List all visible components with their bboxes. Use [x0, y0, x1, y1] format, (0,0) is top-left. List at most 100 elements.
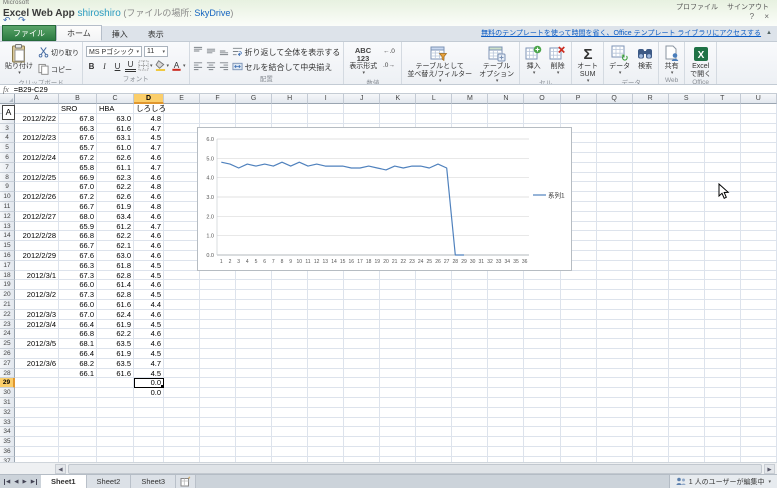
cell-Q36[interactable] [597, 447, 633, 457]
cell-R28[interactable] [633, 369, 669, 379]
cell-S27[interactable] [669, 359, 705, 369]
column-header-L[interactable]: L [416, 94, 452, 104]
cell-C33[interactable] [97, 418, 134, 428]
cell-U12[interactable] [741, 212, 777, 222]
cell-U14[interactable] [741, 231, 777, 241]
cell-P20[interactable] [561, 290, 597, 300]
cell-O21[interactable] [524, 300, 560, 310]
italic-button[interactable]: I [99, 60, 110, 72]
cell-R4[interactable] [633, 133, 669, 143]
cell-N21[interactable] [488, 300, 524, 310]
row-header-8[interactable]: 8 [0, 173, 15, 183]
cell-T25[interactable] [705, 339, 741, 349]
cell-G24[interactable] [236, 329, 272, 339]
cell-D2[interactable]: 4.8 [134, 114, 164, 124]
cell-Q22[interactable] [597, 310, 633, 320]
cell-R9[interactable] [633, 182, 669, 192]
tab-view[interactable]: 表示 [138, 27, 174, 41]
cell-N20[interactable] [488, 290, 524, 300]
cell-M36[interactable] [452, 447, 488, 457]
cell-H27[interactable] [272, 359, 308, 369]
cell-U13[interactable] [741, 222, 777, 232]
cell-B6[interactable]: 67.2 [59, 153, 97, 163]
cell-T32[interactable] [705, 408, 741, 418]
cell-A5[interactable] [15, 143, 59, 153]
cell-Q17[interactable] [597, 261, 633, 271]
cell-G34[interactable] [236, 427, 272, 437]
cell-L20[interactable] [416, 290, 452, 300]
cell-B1[interactable]: SRO [59, 104, 97, 114]
share-button[interactable]: 共有▾ [662, 43, 681, 77]
cell-S8[interactable] [669, 173, 705, 183]
cell-G23[interactable] [236, 320, 272, 330]
cell-L30[interactable] [416, 388, 452, 398]
insert-button[interactable]: 挿入▾ [523, 43, 544, 77]
row-header-15[interactable]: 15 [0, 241, 15, 251]
cell-I1[interactable] [308, 104, 344, 114]
cell-T14[interactable] [705, 231, 741, 241]
cell-A19[interactable] [15, 280, 59, 290]
cell-S13[interactable] [669, 222, 705, 232]
cell-T10[interactable] [705, 192, 741, 202]
help-button[interactable]: ? [750, 12, 754, 21]
cell-T9[interactable] [705, 182, 741, 192]
cell-O28[interactable] [524, 369, 560, 379]
cell-Q9[interactable] [597, 182, 633, 192]
cell-U9[interactable] [741, 182, 777, 192]
underline-button[interactable]: U [112, 60, 123, 72]
cell-S34[interactable] [669, 427, 705, 437]
cell-F19[interactable] [200, 280, 236, 290]
column-header-G[interactable]: G [236, 94, 272, 104]
cell-P18[interactable] [561, 271, 597, 281]
cell-I21[interactable] [308, 300, 344, 310]
cell-S1[interactable] [669, 104, 705, 114]
cell-D34[interactable] [134, 427, 164, 437]
cell-E9[interactable] [164, 182, 200, 192]
cell-E25[interactable] [164, 339, 200, 349]
cell-G18[interactable] [236, 271, 272, 281]
cell-A29[interactable] [15, 378, 59, 388]
cell-L29[interactable] [416, 378, 452, 388]
row-header-35[interactable]: 35 [0, 437, 15, 447]
cell-J31[interactable] [344, 398, 380, 408]
cell-H25[interactable] [272, 339, 308, 349]
row-header-16[interactable]: 16 [0, 251, 15, 261]
cell-K23[interactable] [380, 320, 416, 330]
cell-S23[interactable] [669, 320, 705, 330]
cell-O2[interactable] [524, 114, 560, 124]
cell-C36[interactable] [97, 447, 134, 457]
cell-I33[interactable] [308, 418, 344, 428]
cell-S5[interactable] [669, 143, 705, 153]
cell-K1[interactable] [380, 104, 416, 114]
cell-C19[interactable]: 61.4 [97, 280, 134, 290]
cell-R27[interactable] [633, 359, 669, 369]
cell-D17[interactable]: 4.5 [134, 261, 164, 271]
last-sheet-icon[interactable]: ▶ [31, 479, 37, 485]
cell-M21[interactable] [452, 300, 488, 310]
cell-R25[interactable] [633, 339, 669, 349]
row-header-32[interactable]: 32 [0, 408, 15, 418]
cell-D5[interactable]: 4.7 [134, 143, 164, 153]
cell-C29[interactable] [97, 378, 134, 388]
cell-D4[interactable]: 4.5 [134, 133, 164, 143]
cell-U22[interactable] [741, 310, 777, 320]
cell-I36[interactable] [308, 447, 344, 457]
cell-H32[interactable] [272, 408, 308, 418]
cell-D26[interactable]: 4.5 [134, 349, 164, 359]
cell-S3[interactable] [669, 124, 705, 134]
cell-F33[interactable] [200, 418, 236, 428]
cell-B19[interactable]: 66.0 [59, 280, 97, 290]
cell-T22[interactable] [705, 310, 741, 320]
cell-D19[interactable]: 4.6 [134, 280, 164, 290]
cell-J35[interactable] [344, 437, 380, 447]
cell-L34[interactable] [416, 427, 452, 437]
cell-I30[interactable] [308, 388, 344, 398]
cell-C11[interactable]: 61.9 [97, 202, 134, 212]
cell-U28[interactable] [741, 369, 777, 379]
row-header-14[interactable]: 14 [0, 231, 15, 241]
cell-N19[interactable] [488, 280, 524, 290]
cell-D28[interactable]: 4.5 [134, 369, 164, 379]
cell-N24[interactable] [488, 329, 524, 339]
cell-D13[interactable]: 4.7 [134, 222, 164, 232]
cell-U4[interactable] [741, 133, 777, 143]
